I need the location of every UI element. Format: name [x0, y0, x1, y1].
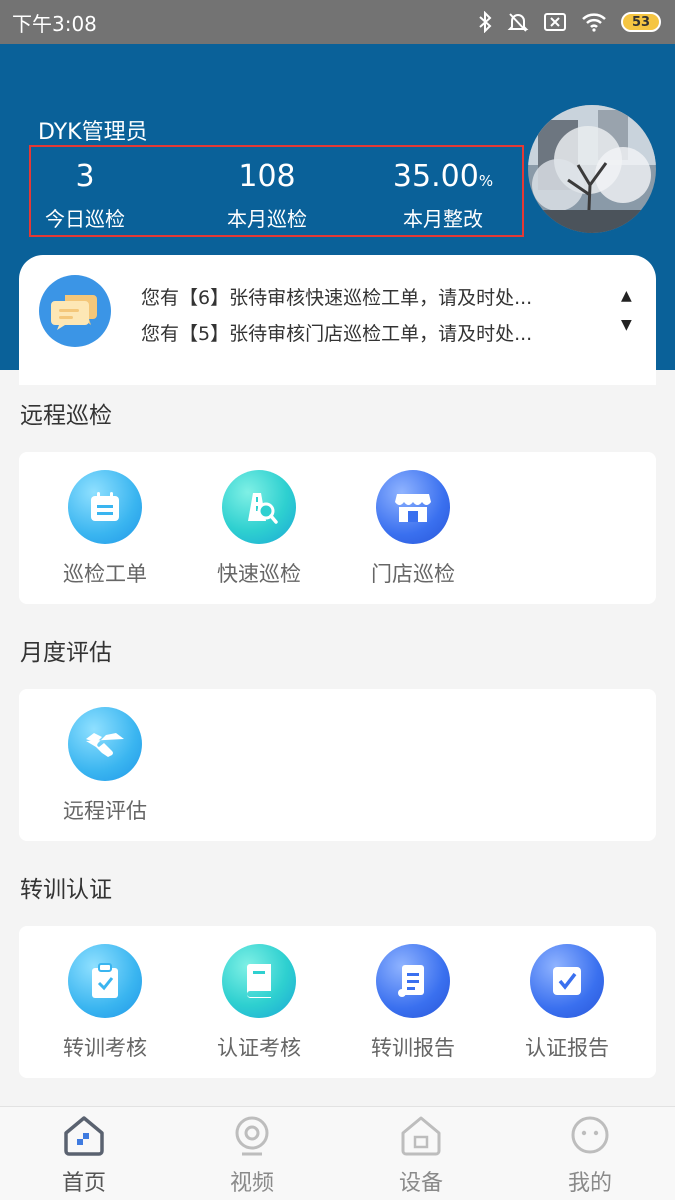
- tile-label: 巡检工单: [63, 562, 147, 586]
- user-name: DYK管理员: [38, 120, 148, 145]
- tile-label: 快速巡检: [217, 562, 301, 586]
- status-time: 下午3:08: [12, 11, 97, 36]
- stat-month-inspections[interactable]: 108 本月巡检: [187, 159, 347, 232]
- arrow-up-icon[interactable]: ▲: [621, 288, 632, 304]
- tile-label: 认证考核: [217, 1036, 301, 1060]
- book-icon: [222, 944, 296, 1018]
- tile-certification-exam[interactable]: 认证考核: [179, 944, 339, 1062]
- device-home-icon: [401, 1116, 441, 1156]
- wifi-icon: [582, 13, 606, 32]
- stat-label: 本月整改: [403, 207, 483, 231]
- tab-home[interactable]: 首页: [0, 1115, 168, 1197]
- scroll-document-icon: [376, 944, 450, 1018]
- avatar[interactable]: [528, 105, 656, 233]
- tile-label: 转训报告: [371, 1036, 455, 1060]
- tile-store-inspection[interactable]: 门店巡检: [333, 470, 493, 588]
- sim-off-icon: [544, 13, 566, 31]
- monthly-assessment-card: 远程评估: [19, 689, 656, 841]
- stat-value: 3: [75, 159, 95, 194]
- stat-value: 35.00%: [392, 159, 494, 194]
- tile-label: 远程评估: [63, 799, 147, 823]
- handshake-icon: [68, 707, 142, 781]
- tab-mine[interactable]: 我的: [506, 1115, 674, 1197]
- tile-label: 认证报告: [525, 1036, 609, 1060]
- status-icons: 53: [477, 11, 661, 33]
- tile-remote-assessment[interactable]: 远程评估: [25, 707, 185, 825]
- tile-inspection-order[interactable]: 巡检工单: [25, 470, 185, 588]
- profile-face-icon: [571, 1116, 609, 1154]
- stat-value: 108: [238, 159, 296, 194]
- stat-label: 本月巡检: [227, 207, 307, 231]
- tab-label: 首页: [61, 1171, 106, 1196]
- battery-icon: 53: [621, 12, 661, 32]
- section-title-remote-inspection: 远程巡检: [20, 403, 112, 429]
- checkbox-icon: [530, 944, 604, 1018]
- clipboard-check-icon: [68, 944, 142, 1018]
- stat-today-inspections[interactable]: 3 今日巡检: [5, 159, 165, 232]
- arrow-down-icon[interactable]: ▼: [621, 317, 632, 333]
- stat-label: 今日巡检: [45, 207, 125, 231]
- tab-device[interactable]: 设备: [337, 1115, 505, 1197]
- tile-training-exam[interactable]: 转训考核: [25, 944, 185, 1062]
- tab-label: 我的: [567, 1171, 612, 1196]
- tile-training-report[interactable]: 转训报告: [333, 944, 493, 1062]
- training-certification-card: 转训考核 认证考核 转训报告 认证报告: [19, 926, 656, 1078]
- tab-video[interactable]: 视频: [168, 1115, 336, 1197]
- calendar-icon: [68, 470, 142, 544]
- home-icon: [64, 1116, 104, 1156]
- message-icon: [39, 275, 111, 347]
- remote-inspection-card: 巡检工单 快速巡检 门店巡检: [19, 452, 656, 604]
- store-icon: [376, 470, 450, 544]
- camera-icon: [235, 1116, 269, 1156]
- tab-label: 设备: [398, 1171, 443, 1196]
- notice-card[interactable]: 您有【6】张待审核快速巡检工单，请及时处... 您有【5】张待审核门店巡检工单，…: [19, 255, 656, 385]
- notice-item[interactable]: 您有【6】张待审核快速巡检工单，请及时处...: [141, 283, 591, 310]
- road-search-icon: [222, 470, 296, 544]
- status-bar: 下午3:08 53: [0, 0, 675, 44]
- tile-label: 门店巡检: [371, 562, 455, 586]
- tab-bar: 首页 视频 设备 我的: [0, 1106, 675, 1200]
- tile-certification-report[interactable]: 认证报告: [487, 944, 647, 1062]
- mute-bell-icon: [507, 13, 529, 32]
- stat-month-rectification[interactable]: 35.00% 本月整改: [363, 159, 523, 232]
- bluetooth-icon: [479, 11, 492, 33]
- tile-label: 转训考核: [63, 1036, 147, 1060]
- section-title-training-certification: 转训认证: [20, 877, 112, 903]
- tile-quick-inspection[interactable]: 快速巡检: [179, 470, 339, 588]
- stats-box: 3 今日巡检 108 本月巡检 35.00% 本月整改: [29, 145, 524, 237]
- tab-label: 视频: [229, 1171, 274, 1196]
- section-title-monthly-assessment: 月度评估: [20, 640, 112, 666]
- notice-item[interactable]: 您有【5】张待审核门店巡检工单，请及时处...: [141, 319, 591, 346]
